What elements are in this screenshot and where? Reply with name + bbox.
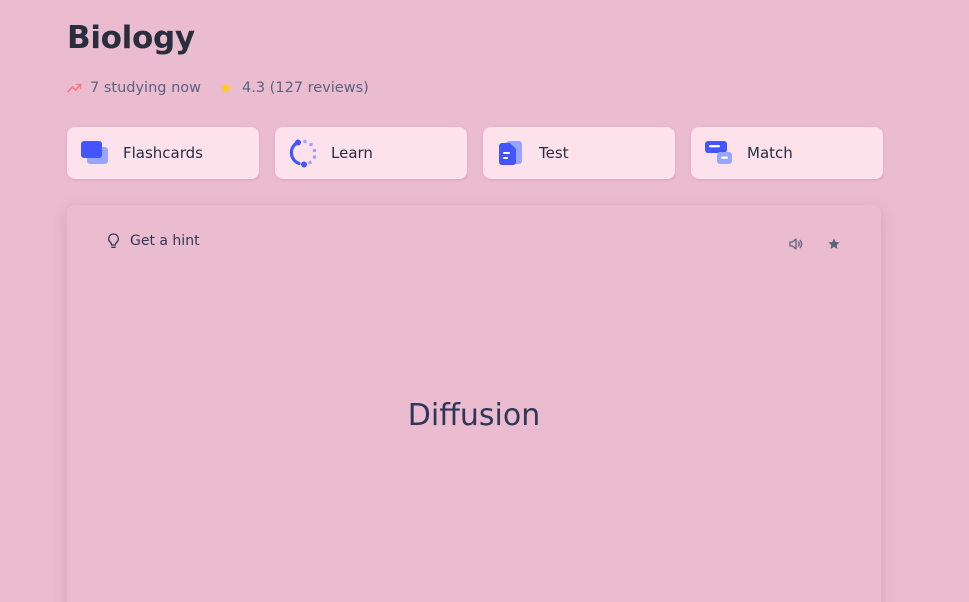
flashcards-icon — [80, 138, 110, 168]
hint-label: Get a hint — [130, 233, 200, 249]
flashcards-label: Flashcards — [123, 144, 203, 162]
learn-label: Learn — [331, 144, 373, 162]
studying-now-stat: 7 studying now — [67, 80, 201, 96]
test-button[interactable]: Test — [483, 127, 675, 179]
get-hint-button[interactable]: Get a hint — [107, 233, 200, 249]
lightbulb-icon — [107, 233, 130, 249]
page-title: Biology — [67, 20, 195, 56]
page: Biology 7 studying now 4.3 (127 reviews) — [0, 0, 969, 602]
trend-up-icon — [67, 83, 82, 93]
learn-button[interactable]: Learn — [275, 127, 467, 179]
card-actions — [787, 235, 843, 253]
study-modes: Flashcards Learn Test Match — [67, 127, 883, 179]
studying-now-text: 7 studying now — [90, 80, 202, 96]
speaker-icon[interactable] — [787, 235, 805, 253]
set-stats: 7 studying now 4.3 (127 reviews) — [67, 77, 369, 99]
rating-star-icon — [219, 81, 233, 95]
favorite-star-icon[interactable] — [825, 235, 843, 253]
match-button[interactable]: Match — [691, 127, 883, 179]
learn-icon — [288, 138, 318, 168]
test-icon — [496, 138, 526, 168]
card-term: Diffusion — [407, 398, 541, 433]
flashcard[interactable]: Get a hint Diffusion — [67, 205, 881, 602]
flashcards-button[interactable]: Flashcards — [67, 127, 259, 179]
match-label: Match — [747, 144, 793, 162]
test-label: Test — [539, 144, 569, 162]
rating-text: 4.3 (127 reviews) — [242, 80, 369, 96]
rating-stat[interactable]: 4.3 (127 reviews) — [219, 80, 369, 96]
match-icon — [704, 138, 734, 168]
